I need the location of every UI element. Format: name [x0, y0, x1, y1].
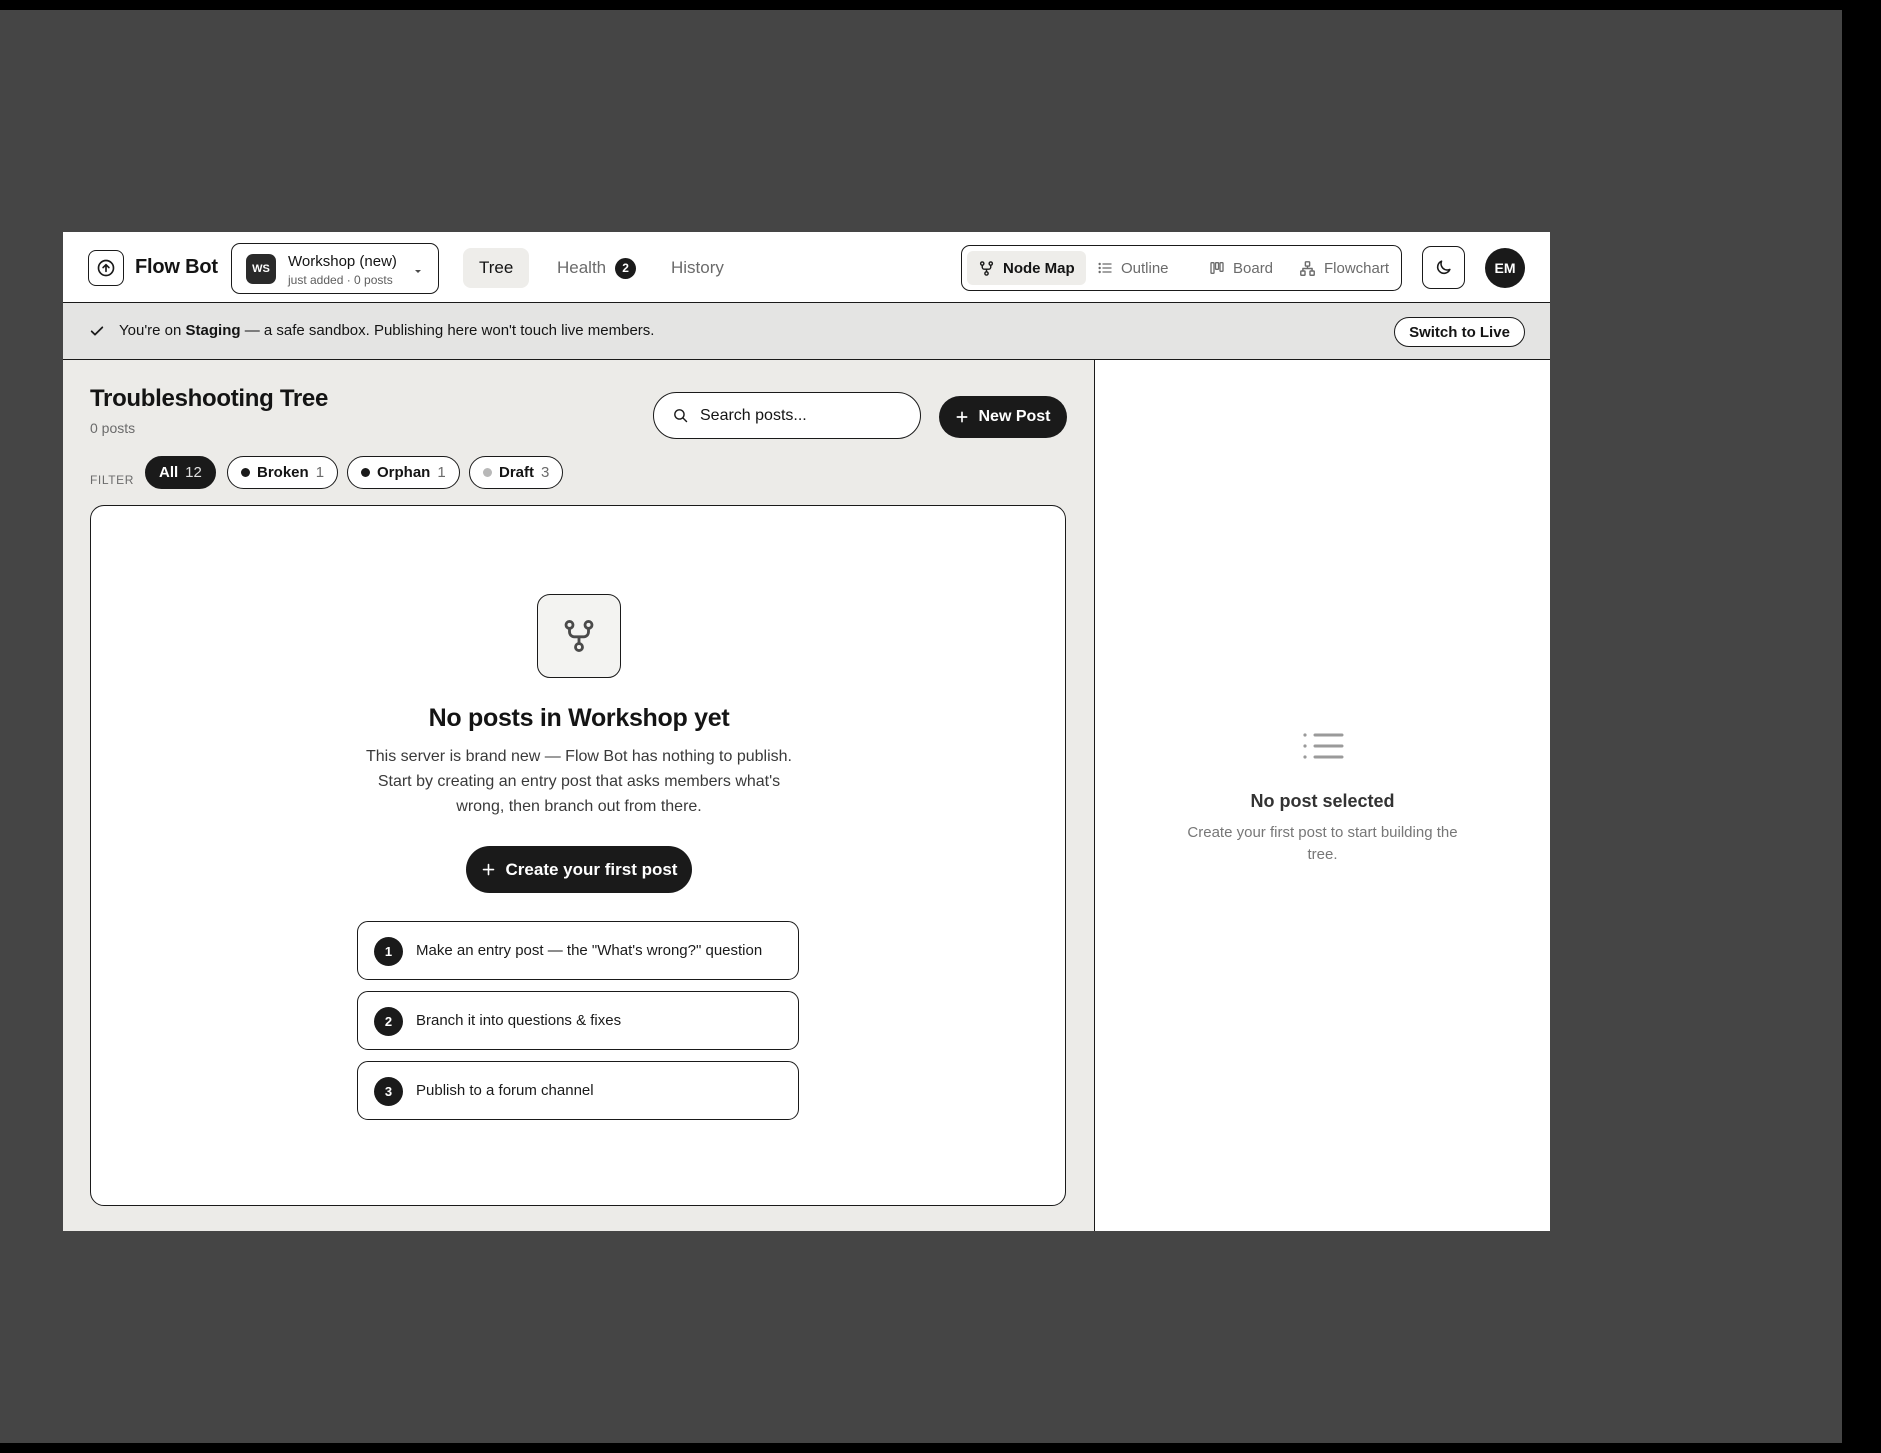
app-name: Flow Bot: [135, 256, 218, 278]
search-box: [653, 392, 921, 439]
post-count: 0 posts: [90, 420, 136, 436]
tab-health[interactable]: Health 2: [541, 248, 652, 288]
view-switcher: Node Map Outline Board Flowchart: [961, 245, 1402, 291]
search-input[interactable]: [700, 403, 905, 429]
check-icon: [90, 326, 104, 336]
staging-banner: You're on Staging — a safe sandbox. Publ…: [63, 303, 1550, 360]
branch-icon: [564, 620, 594, 652]
flowchart-icon: [1300, 260, 1315, 276]
status-dot: [361, 468, 370, 477]
status-dot: [241, 468, 250, 477]
filter-draft[interactable]: Draft 3: [469, 456, 564, 489]
moon-icon: [1436, 260, 1451, 275]
filter-count: 12: [185, 464, 202, 481]
new-post-button[interactable]: New Post: [939, 396, 1067, 438]
banner-message: You're on Staging — a safe sandbox. Publ…: [119, 322, 655, 339]
detail-panel: No post selected Create your first post …: [1095, 360, 1550, 1231]
node-map-icon: [979, 260, 994, 276]
view-node-map[interactable]: Node Map: [967, 251, 1086, 285]
environment-name: Staging: [185, 322, 241, 339]
chevron-down-icon: [415, 270, 421, 273]
step-text: Make an entry post — the "What's wrong?"…: [416, 942, 763, 959]
workspace-switcher[interactable]: WS Workshop (new) just added · 0 posts: [231, 243, 439, 294]
onboarding-step-2: 2 Branch it into questions & fixes: [357, 991, 799, 1050]
tab-history[interactable]: History: [655, 248, 740, 288]
page-title: Troubleshooting Tree: [90, 385, 329, 412]
filter-broken[interactable]: Broken 1: [227, 456, 339, 489]
step-number: 1: [374, 937, 403, 966]
workspace-avatar: WS: [246, 254, 276, 284]
view-flowchart[interactable]: Flowchart: [1288, 251, 1400, 285]
plus-icon: [957, 411, 968, 423]
tab-label: Health: [557, 258, 607, 277]
arrow-up-icon: [97, 259, 115, 277]
filter-orphan[interactable]: Orphan 1: [347, 456, 460, 489]
onboarding-step-1: 1 Make an entry post — the "What's wrong…: [357, 921, 799, 980]
back-up-button[interactable]: [88, 250, 124, 286]
empty-state-title: No posts in Workshop yet: [428, 704, 730, 732]
switch-to-live-button[interactable]: Switch to Live: [1394, 317, 1525, 347]
app-window: Flow Bot WS Workshop (new) just added · …: [63, 232, 1550, 1231]
outline-icon: [1098, 262, 1112, 274]
empty-state-card: No posts in Workshop yet This server is …: [90, 505, 1066, 1206]
empty-state-description: This server is brand new — Flow Bot has …: [366, 748, 792, 815]
workspace-name: Workshop (new): [288, 253, 397, 270]
user-avatar[interactable]: EM: [1485, 248, 1525, 288]
step-number: 3: [374, 1077, 403, 1106]
board-icon: [1210, 262, 1224, 274]
plus-icon: [482, 863, 494, 876]
status-dot: [483, 468, 492, 477]
filter-count: 3: [541, 464, 550, 481]
main-panel: Troubleshooting Tree 0 posts New Post FI…: [63, 360, 1095, 1231]
filter-count: 1: [437, 464, 446, 481]
no-selection-description: Create your first post to start building…: [1187, 824, 1458, 863]
create-first-post-button[interactable]: Create your first post: [466, 846, 692, 893]
step-text: Publish to a forum channel: [416, 1082, 594, 1099]
tab-tree[interactable]: Tree: [463, 248, 530, 288]
step-number: 2: [374, 1007, 403, 1036]
health-badge: 2: [615, 257, 637, 279]
theme-toggle-button[interactable]: [1422, 246, 1465, 289]
view-label: Node Map: [1003, 259, 1075, 277]
no-selection-title: No post selected: [1250, 791, 1395, 811]
view-board[interactable]: Board: [1198, 251, 1284, 285]
create-first-post-label: Create your first post: [505, 859, 678, 879]
filter-label: FILTER: [90, 473, 135, 487]
tab-label: History: [671, 258, 724, 277]
filter-count: 1: [315, 464, 325, 481]
top-bar: Flow Bot WS Workshop (new) just added · …: [63, 232, 1550, 303]
view-label: Board: [1233, 259, 1274, 277]
onboarding-step-3: 3 Publish to a forum channel: [357, 1061, 799, 1120]
view-outline[interactable]: Outline: [1086, 251, 1180, 285]
tab-label: Tree: [479, 258, 514, 277]
search-icon: [674, 409, 688, 423]
workspace-meta: just added · 0 posts: [288, 273, 393, 287]
new-post-label: New Post: [978, 408, 1051, 425]
filter-all[interactable]: All 12: [145, 456, 216, 489]
step-text: Branch it into questions & fixes: [416, 1012, 622, 1029]
view-label: Outline: [1121, 259, 1169, 277]
view-label: Flowchart: [1324, 259, 1390, 277]
empty-state-icon-box: [537, 594, 621, 678]
list-icon: [1303, 733, 1344, 759]
